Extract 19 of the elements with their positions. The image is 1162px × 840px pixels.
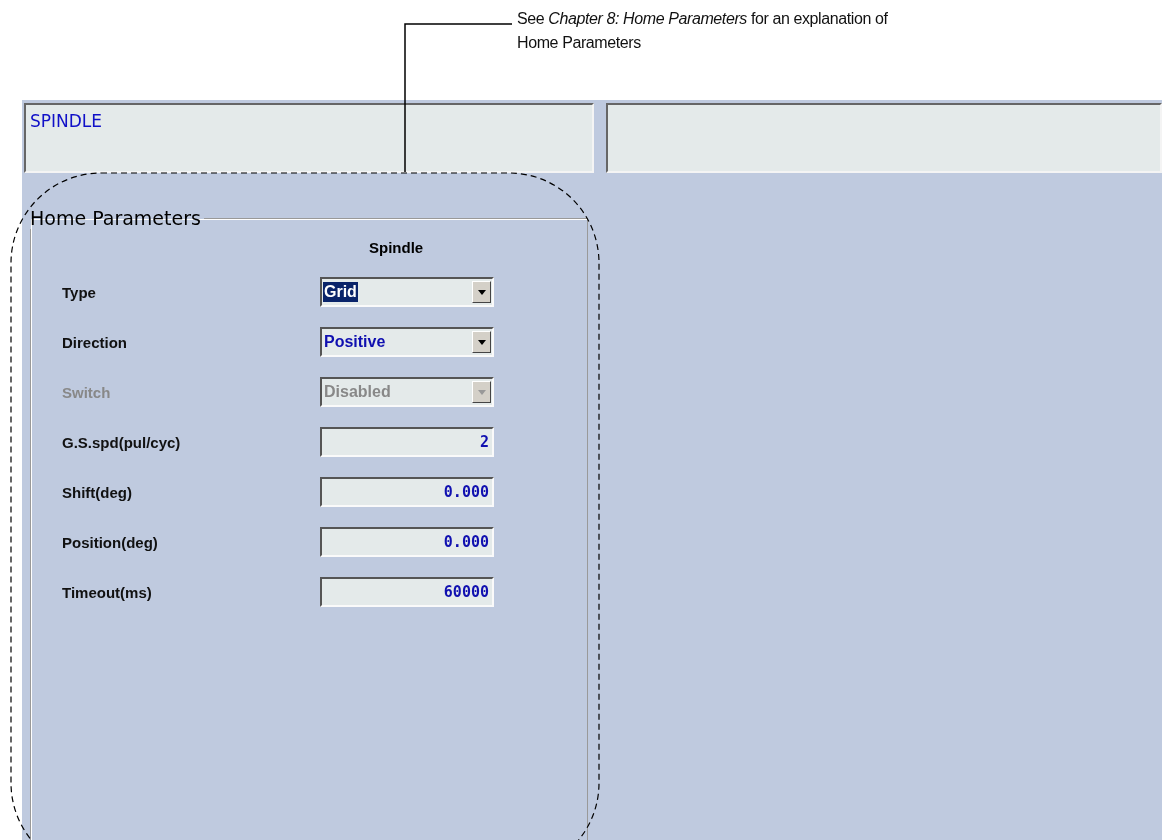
input-field[interactable]: 60000 (320, 577, 494, 607)
panel-title: SPINDLE (30, 111, 103, 131)
field-label: Position(deg) (62, 533, 159, 551)
field-label: G.S.spd(pul/cyc) (62, 433, 182, 451)
dropdown[interactable]: Grid (320, 277, 494, 307)
input-field[interactable]: 2 (320, 427, 494, 457)
column-heading: Spindle (369, 239, 424, 256)
input-field[interactable]: 0.000 (320, 527, 494, 557)
group-title: Home Parameters (29, 207, 202, 229)
caret-icon[interactable] (472, 281, 491, 303)
field-label: Switch (62, 383, 112, 401)
callout-text: See Chapter 8: Home Parameters for an explanation of Home Parameters (516, 9, 889, 53)
dropdown[interactable]: Positive (320, 327, 494, 357)
field-label: Timeout(ms) (62, 583, 153, 601)
caret-icon[interactable] (472, 331, 491, 353)
field-label: Shift(deg) (62, 483, 133, 501)
field-label: Type (62, 283, 97, 301)
field-label: Direction (62, 333, 128, 351)
input-field[interactable]: 0.000 (320, 477, 494, 507)
